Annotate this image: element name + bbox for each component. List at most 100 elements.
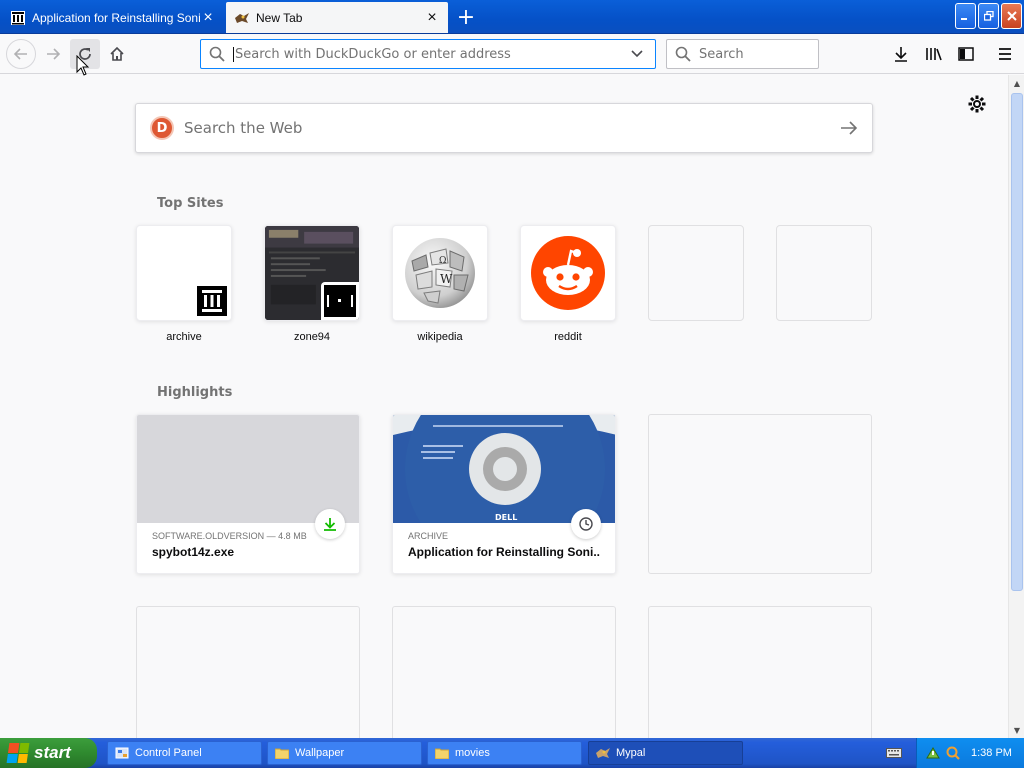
close-window-button[interactable]	[1001, 3, 1022, 29]
menu-button[interactable]	[990, 39, 1020, 69]
control-panel-icon	[114, 745, 130, 761]
taskbar-item-wallpaper[interactable]: Wallpaper	[267, 741, 422, 765]
clock-history-icon	[571, 509, 601, 539]
svg-text:W: W	[440, 272, 453, 286]
forward-arrow-icon	[47, 48, 61, 60]
highlight-thumbnail: DELL	[393, 415, 615, 523]
web-search-box[interactable]: D Search the Web	[135, 103, 873, 153]
reddit-logo-icon	[531, 236, 605, 310]
top-site-tile[interactable]	[136, 225, 232, 321]
highlight-source: SOFTWARE.OLDVERSION — 4.8 MB	[152, 531, 307, 541]
top-site-tile[interactable]: Ω W	[392, 225, 488, 321]
address-input[interactable]: Search with DuckDuckGo or enter address	[233, 46, 627, 62]
mypal-icon	[595, 745, 611, 761]
top-site-label: wikipedia	[417, 331, 463, 343]
dell-cd-image: DELL	[393, 415, 615, 523]
download-icon	[895, 47, 907, 62]
downloads-button[interactable]	[886, 39, 916, 69]
settings-gear-icon[interactable]	[966, 93, 988, 115]
mypal-icon	[234, 10, 250, 26]
taskbar-item-control-panel[interactable]: Control Panel	[107, 741, 262, 765]
chevron-down-icon[interactable]	[627, 50, 647, 58]
minimize-button[interactable]	[955, 3, 976, 29]
top-site-tile[interactable]	[520, 225, 616, 321]
windows-flag-icon	[6, 743, 30, 763]
wikipedia-globe-icon: Ω W	[405, 238, 475, 308]
scrollbar-thumb[interactable]	[1011, 93, 1023, 591]
highlight-card-empty	[392, 606, 616, 738]
taskbar-item-label: Mypal	[616, 747, 646, 759]
sidebar-button[interactable]	[951, 39, 981, 69]
tab-title: Application for Reinstalling Sonic R	[32, 10, 200, 25]
back-arrow-icon	[13, 48, 27, 60]
top-site-zone94[interactable]: zone94	[264, 225, 360, 343]
top-site-tile[interactable]	[264, 225, 360, 321]
search-tray-icon[interactable]	[945, 745, 961, 761]
library-icon	[926, 48, 942, 61]
vertical-scrollbar[interactable]: ▲ ▼	[1008, 75, 1024, 738]
start-label: start	[34, 743, 71, 762]
highlight-thumbnail	[137, 415, 359, 523]
forward-button[interactable]	[38, 39, 68, 69]
folder-icon	[434, 745, 450, 761]
mouse-cursor-icon	[76, 55, 90, 76]
top-site-label: reddit	[554, 331, 582, 343]
back-button[interactable]	[6, 39, 36, 69]
search-input[interactable]: Search	[699, 47, 744, 62]
top-site-reddit[interactable]: reddit	[520, 225, 616, 343]
top-site-archive[interactable]: archive	[136, 225, 232, 343]
top-site-wikipedia[interactable]: Ω W wikipedia	[392, 225, 488, 343]
top-site-label: archive	[166, 331, 202, 343]
highlight-card-empty	[648, 606, 872, 738]
empty-top-site-tile	[776, 225, 872, 321]
svg-text:DELL: DELL	[495, 513, 517, 522]
archive-org-icon	[193, 282, 231, 320]
keyboard-language-icon[interactable]	[886, 746, 902, 760]
window-controls	[955, 3, 1022, 29]
highlight-card-empty	[648, 414, 872, 574]
taskbar-item-movies[interactable]: movies	[427, 741, 582, 765]
archive-org-icon	[10, 10, 26, 26]
taskbar-item-mypal[interactable]: Mypal	[588, 741, 743, 765]
highlight-source: ARCHIVE	[408, 531, 449, 541]
tab-strip: Application for Reinstalling Sonic R × N…	[0, 0, 1024, 34]
tab-title: New Tab	[256, 10, 303, 25]
highlights-heading: Highlights	[157, 385, 233, 400]
highlight-card-empty	[136, 606, 360, 738]
windows-taskbar: start Control Panel Wallpaper movies Myp…	[0, 738, 1024, 768]
restore-button[interactable]	[978, 3, 999, 29]
new-tab-plus-icon[interactable]: +	[452, 4, 480, 30]
taskbar-item-label: Control Panel	[135, 747, 202, 759]
navigation-toolbar: Search with DuckDuckGo or enter address …	[0, 34, 1024, 74]
web-search-input[interactable]: Search the Web	[184, 119, 840, 137]
search-icon	[675, 46, 693, 62]
search-bar[interactable]: Search	[666, 39, 819, 69]
home-button[interactable]	[102, 39, 132, 69]
close-tab-icon[interactable]: ×	[424, 9, 440, 26]
zone94-favicon-icon	[321, 282, 359, 320]
network-tray-icon[interactable]	[925, 745, 941, 761]
close-tab-icon[interactable]: ×	[200, 9, 216, 26]
top-site-label: zone94	[293, 331, 331, 343]
highlight-card-history[interactable]: DELL ARCHIVE Application for Reinstallin…	[392, 414, 616, 574]
scroll-up-arrow-icon[interactable]: ▲	[1009, 75, 1024, 91]
duckduckgo-logo-icon: D	[150, 116, 174, 140]
download-icon	[315, 509, 345, 539]
highlight-card-download[interactable]: SOFTWARE.OLDVERSION — 4.8 MB spybot14z.e…	[136, 414, 360, 574]
tab-new-tab[interactable]: New Tab ×	[226, 2, 448, 33]
taskbar-item-label: Wallpaper	[295, 747, 345, 759]
svg-text:Ω: Ω	[439, 256, 446, 266]
scroll-down-arrow-icon[interactable]: ▼	[1009, 722, 1024, 738]
top-sites-heading: Top Sites	[157, 196, 224, 211]
clock[interactable]: 1:38 PM	[971, 747, 1012, 759]
highlight-title: Application for Reinstalling Soni...	[408, 545, 600, 559]
library-button[interactable]	[919, 39, 949, 69]
new-tab-page: D Search the Web Top Sites archive zone9…	[0, 75, 1008, 738]
empty-top-site-tile	[648, 225, 744, 321]
start-button[interactable]: start	[0, 738, 97, 768]
tab-archive[interactable]: Application for Reinstalling Sonic R ×	[2, 2, 224, 33]
arrow-right-icon[interactable]	[840, 116, 858, 140]
top-site-empty	[776, 225, 872, 321]
taskbar-item-label: movies	[455, 747, 490, 759]
address-bar[interactable]: Search with DuckDuckGo or enter address	[200, 39, 656, 69]
